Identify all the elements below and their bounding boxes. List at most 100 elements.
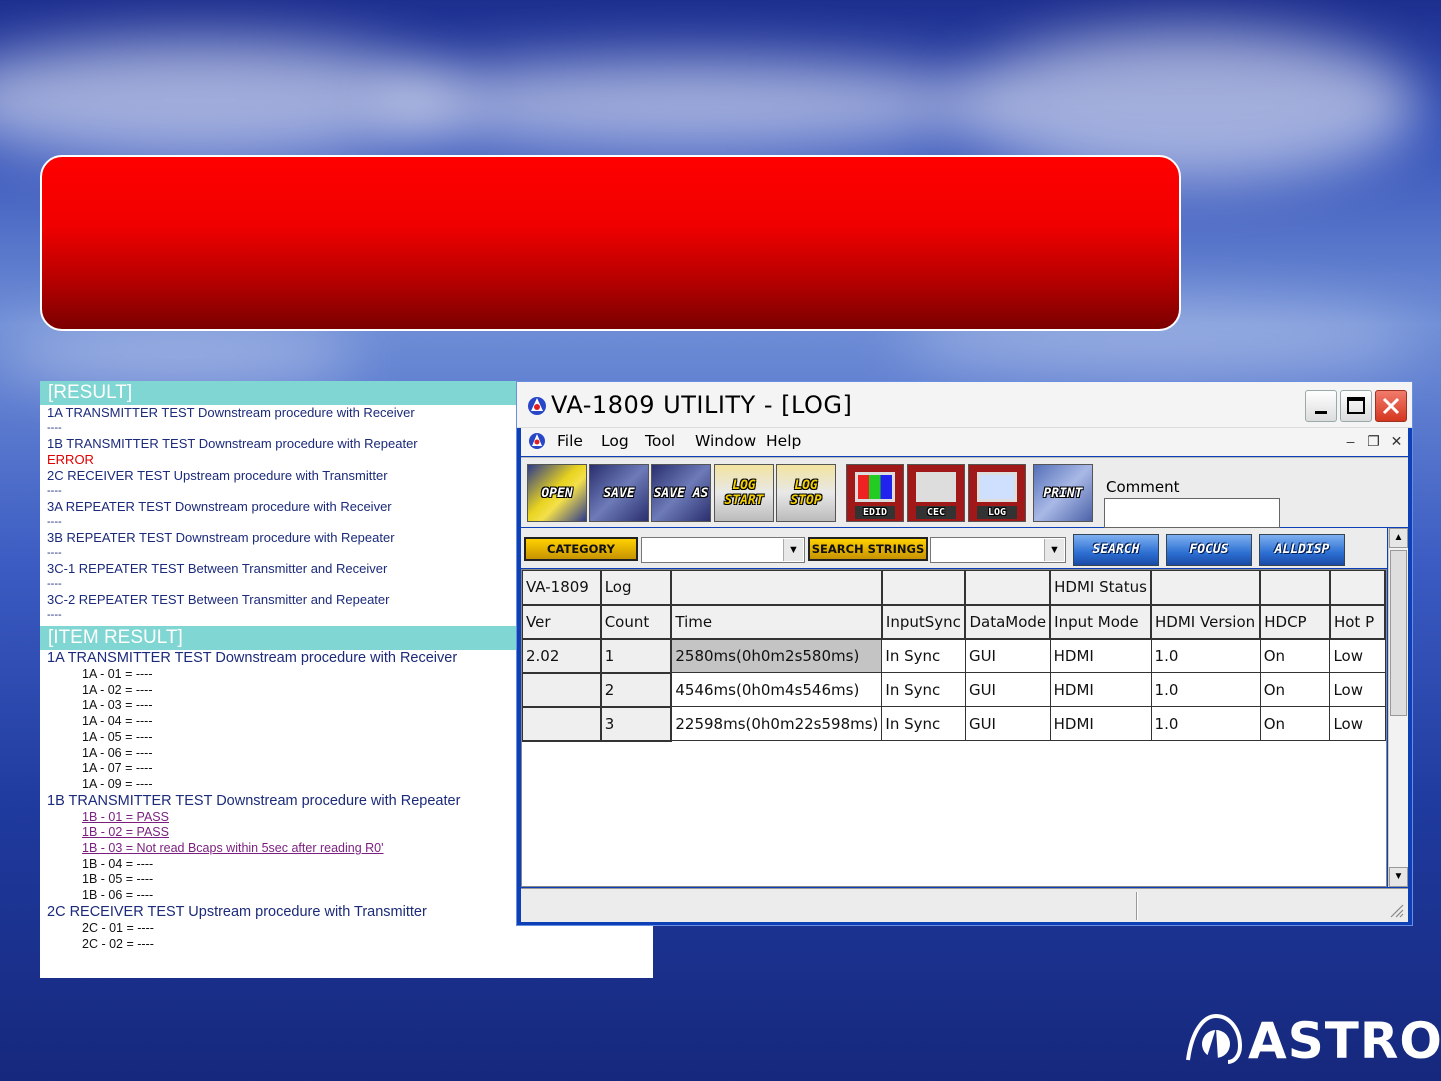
log-row[interactable]: 2.02 1 2580ms(0h0m2s580ms) In Sync GUI HDMI 1.… [522,638,1386,674]
log-grid[interactable]: VA-1809 Log HDMI Status Ver Count Time InputSy… [521,569,1387,887]
log-header-cell: Count [600,604,673,640]
status-divider [1136,892,1138,920]
log-row[interactable]: 2 4546ms(0h0m4s546ms) In Sync GUI HDMI 1.0 On L… [522,672,1386,708]
log-header-cell: VA-1809 [522,570,602,606]
open-button[interactable]: OPEN [527,464,587,522]
edid-label: EDID [855,506,895,519]
cec-label: CEC [916,506,956,519]
log-cell: Low [1329,672,1386,707]
log-cell: GUI [964,672,1051,707]
cec-arrow-icon [916,472,956,502]
focus-button[interactable]: FOCUS [1166,534,1252,566]
log-cell: 4546ms(0h0m4s546ms) [670,672,883,707]
sky-cloud [380,60,1000,150]
astro-logo-text: ASTRO [1248,1012,1441,1070]
log-header-row: Ver Count Time InputSync DataMode Input Mode H… [522,604,1386,640]
scroll-thumb[interactable] [1390,550,1407,716]
log-row[interactable]: 3 22598ms(0h0m22s598ms) In Sync GUI HDMI 1.0 O… [522,706,1386,742]
chevron-down-icon[interactable]: ▼ [1044,539,1064,561]
edid-monitor-icon [855,472,895,502]
log-cell: HDMI [1049,672,1152,707]
resize-grip-icon[interactable] [1388,902,1404,918]
log-cell: Low [1329,706,1386,741]
log-cell: 3 [600,706,673,742]
menu-window[interactable]: Window [695,432,756,450]
log-cell: In Sync [881,638,966,673]
astro-logo: ASTRO [1184,1010,1441,1070]
log-header-cell [1150,570,1262,606]
edid-button[interactable]: EDID [846,464,904,522]
log-header-cell: Time [670,604,883,640]
save-button[interactable]: SAVE [589,464,649,522]
search-strings-label: SEARCH STRINGS [808,537,928,561]
log-cell: GUI [964,638,1051,673]
menu-tool[interactable]: Tool [645,432,675,450]
scroll-up-icon[interactable]: ▲ [1389,528,1408,548]
log-cell: 2 [600,672,673,708]
maximize-button[interactable] [1340,390,1372,422]
log-header-cell: Input Mode [1049,604,1153,640]
window-title: VA-1809 UTILITY - [LOG] [551,391,853,419]
minimize-button[interactable] [1305,390,1337,422]
search-select[interactable]: ▼ [930,537,1066,563]
child-restore-icon[interactable]: ❐ [1364,432,1383,451]
category-label: CATEGORY [524,537,638,561]
log-header-cell: InputSync [881,604,967,640]
log-cell: On [1259,638,1331,673]
search-button[interactable]: SEARCH [1073,534,1159,566]
log-stop-button[interactable]: LOG STOP [776,464,836,522]
log-graph-icon [977,472,1017,502]
menu-bar: File Log Tool Window Help – ❐ ✕ [521,428,1408,456]
log-cell: Low [1329,638,1386,673]
log-cell: In Sync [881,672,966,707]
log-header-cell [964,570,1052,606]
window-titlebar[interactable]: VA-1809 UTILITY - [LOG] [517,382,1412,428]
log-cell: 22598ms(0h0m22s598ms) [670,706,883,741]
log-header-cell: HDCP [1259,604,1331,640]
log-cell: 1.0 [1150,706,1261,741]
menu-log[interactable]: Log [601,432,629,450]
log-cell: 2.02 [522,638,602,674]
toolbar: OPEN SAVE SAVE AS LOG START LOG STOP EDI… [521,457,1408,528]
chevron-down-icon[interactable]: ▼ [783,539,803,561]
title-banner [40,155,1181,331]
alldisp-button[interactable]: ALLDISP [1259,534,1345,566]
log-cell: HDMI [1049,638,1152,673]
vertical-scrollbar[interactable]: ▲ ▼ [1388,528,1408,887]
child-close-icon[interactable]: ✕ [1387,432,1406,451]
log-header-cell [670,570,883,606]
scroll-down-icon[interactable]: ▼ [1389,867,1408,887]
log-header-cell [1329,570,1386,606]
log-cell [522,706,602,742]
child-minimize-icon[interactable]: – [1341,432,1360,451]
log-view-button[interactable]: LOG [968,464,1026,522]
log-header-cell [881,570,967,606]
log-cell: 1 [600,638,673,674]
log-header-cell: Hot P [1329,604,1386,640]
cec-button[interactable]: CEC [907,464,965,522]
app-icon [528,397,546,415]
minimize-icon [1315,411,1327,414]
item-result-row: 2C - 02 = ---- [82,936,154,951]
log-header-cell: Ver [522,604,602,640]
log-label: LOG [977,506,1017,519]
print-button[interactable]: PRINT [1033,464,1093,522]
log-header-cell: Log [600,570,673,606]
log-cell [522,672,602,708]
log-cell: 1.0 [1150,638,1261,673]
log-cell: GUI [964,706,1051,741]
log-table: VA-1809 Log HDMI Status Ver Count Time InputSy… [522,570,1386,742]
menu-help[interactable]: Help [766,432,801,450]
close-button[interactable] [1375,390,1407,422]
log-header-cell: DataMode [964,604,1052,640]
category-select[interactable]: ▼ [641,537,805,563]
comment-input[interactable] [1104,498,1280,528]
log-cell: On [1259,706,1331,741]
log-start-button[interactable]: LOG START [714,464,774,522]
save-as-button[interactable]: SAVE AS [651,464,711,522]
document-icon[interactable] [527,431,547,451]
item-result-header: [ITEM RESULT] [40,626,518,650]
log-cell: In Sync [881,706,966,741]
log-header-cell [1259,570,1331,606]
menu-file[interactable]: File [557,432,583,450]
